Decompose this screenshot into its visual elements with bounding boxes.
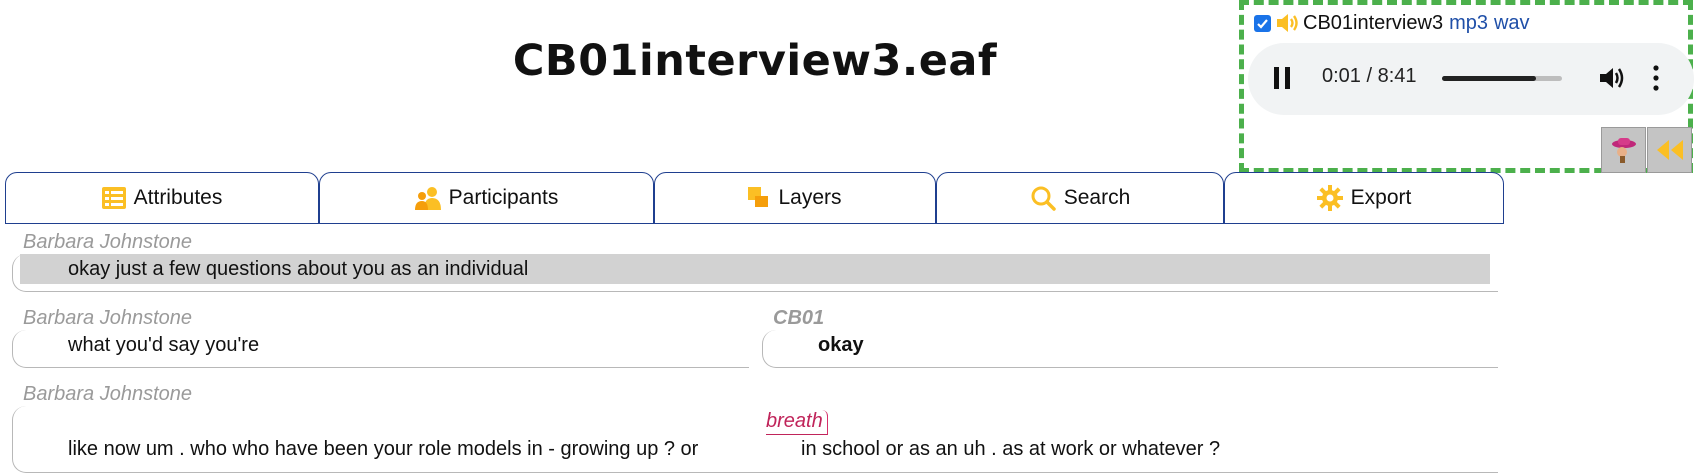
tab-label: Participants xyxy=(448,186,559,209)
rewind-icon xyxy=(1656,140,1683,160)
media-link-wav[interactable]: wav xyxy=(1494,12,1530,35)
media-checkbox[interactable] xyxy=(1254,14,1271,32)
time-display: 0:01 / 8:41 xyxy=(1322,65,1417,87)
layers-icon xyxy=(748,187,769,207)
volume-icon[interactable] xyxy=(1598,65,1626,91)
tab-layers[interactable]: Layers xyxy=(654,172,936,224)
tab-label: Layers xyxy=(778,186,842,209)
speaker-name[interactable]: Barbara Johnstone xyxy=(23,231,192,254)
progress-fill xyxy=(1442,76,1536,81)
speaker-icon xyxy=(1277,14,1298,32)
media-file-name: CB01interview3 xyxy=(1303,11,1444,34)
more-options-icon[interactable] xyxy=(1653,63,1659,93)
media-player-panel: CB01interview3 mp3 wav 0:01 / 8:41 xyxy=(1239,0,1694,173)
tab-export[interactable]: Export xyxy=(1224,172,1504,224)
search-icon xyxy=(1031,186,1056,211)
utterance[interactable]: okay xyxy=(818,334,864,357)
tab-participants[interactable]: Participants xyxy=(319,172,654,224)
praat-icon xyxy=(1611,138,1636,163)
speaker-name[interactable]: Barbara Johnstone xyxy=(23,307,192,330)
tab-label: Search xyxy=(1063,186,1131,209)
rewind-button[interactable] xyxy=(1647,127,1692,173)
progress-slider[interactable] xyxy=(1442,76,1562,81)
speaker-name[interactable]: Barbara Johnstone xyxy=(23,383,192,406)
tab-label: Export xyxy=(1350,186,1412,209)
media-link-mp3[interactable]: mp3 xyxy=(1449,12,1488,35)
audio-player: 0:01 / 8:41 xyxy=(1248,43,1694,115)
utterance[interactable]: okay just a few questions about you as a… xyxy=(68,258,528,281)
transcript-turn xyxy=(762,330,1498,368)
participants-icon xyxy=(414,187,441,210)
utterance[interactable]: in school or as an uh . as at work or wh… xyxy=(801,438,1220,461)
media-file-row: CB01interview3 mp3 wav xyxy=(1254,11,1530,35)
play-pause-icon[interactable] xyxy=(1274,67,1290,89)
attributes-icon xyxy=(101,187,126,209)
utterance[interactable]: like now um . who who have been your rol… xyxy=(68,438,698,461)
tab-label: Attributes xyxy=(133,186,223,209)
gear-icon xyxy=(1316,185,1343,211)
tab-attributes[interactable]: Attributes xyxy=(5,172,319,224)
tab-search[interactable]: Search xyxy=(936,172,1224,224)
noise-annotation[interactable]: breath xyxy=(766,410,828,435)
praat-button[interactable] xyxy=(1601,127,1646,173)
utterance[interactable]: what you'd say you're xyxy=(68,334,259,357)
speaker-name[interactable]: CB01 xyxy=(773,307,824,330)
